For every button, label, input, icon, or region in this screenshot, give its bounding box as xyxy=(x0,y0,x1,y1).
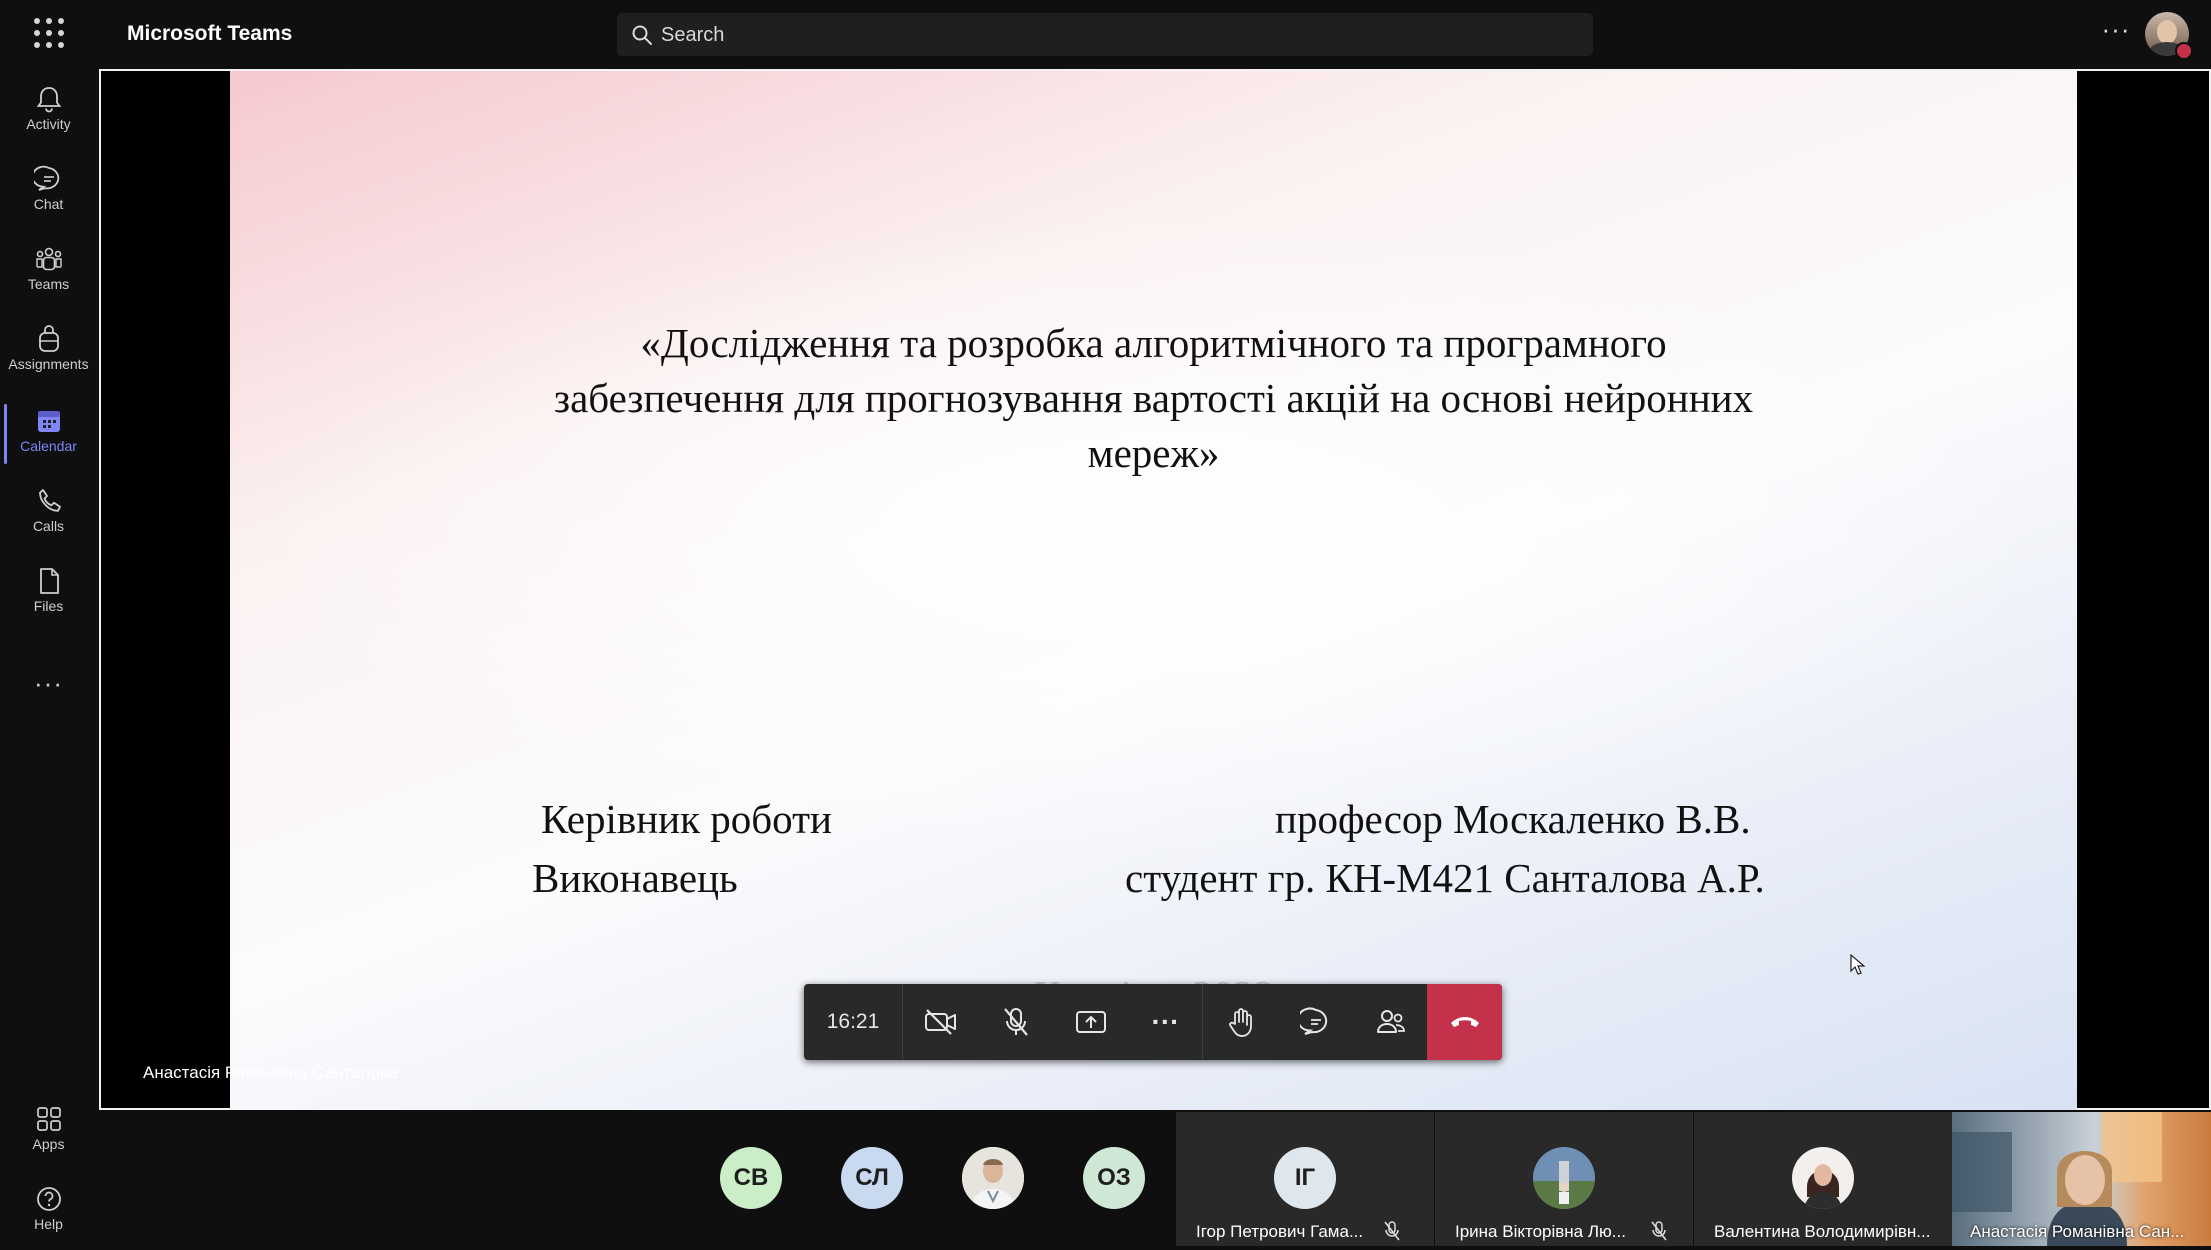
participant-name: Валентина Володимирівн... xyxy=(1714,1222,1931,1241)
raise-hand-button[interactable] xyxy=(1203,984,1278,1060)
participant-photo-avatar xyxy=(1533,1147,1595,1209)
backpack-icon xyxy=(38,325,59,352)
more-options-icon[interactable]: ··· xyxy=(2098,14,2134,50)
presentation-slide: «Дослідження та розробка алгоритмічного … xyxy=(230,71,2077,1110)
participants-button[interactable] xyxy=(1353,984,1428,1060)
chat-icon xyxy=(33,165,59,191)
mic-off-icon xyxy=(1003,1008,1028,1036)
hand-icon xyxy=(1228,1008,1252,1037)
phone-icon xyxy=(38,489,61,512)
participant-avatar: ІГ xyxy=(1274,1147,1336,1209)
hang-up-icon xyxy=(1450,1017,1479,1027)
rail-item-calendar[interactable]: Calendar xyxy=(0,400,97,472)
slide-title: «Дослідження та розробка алгоритмічного … xyxy=(553,320,1754,476)
camera-off-button[interactable] xyxy=(903,984,978,1060)
app-launcher-icon[interactable] xyxy=(34,18,64,48)
rail-item-files[interactable]: Files xyxy=(0,560,97,632)
rail-item-label: Teams xyxy=(27,276,70,292)
bell-icon xyxy=(36,87,61,113)
people-icon xyxy=(1376,1010,1405,1033)
presence-status-icon xyxy=(2175,42,2193,60)
teams-icon xyxy=(35,247,62,271)
participant-tile[interactable]: Валентина Володимирівн... xyxy=(1694,1112,1952,1246)
app-title: Microsoft Teams xyxy=(127,22,293,45)
rail-item-activity[interactable]: Activity xyxy=(0,78,97,150)
rail-item-label: Calls xyxy=(32,518,65,534)
apps-icon xyxy=(36,1107,61,1131)
rail-item-label: Files xyxy=(33,598,64,614)
camera-off-icon xyxy=(924,1009,956,1035)
mouse-cursor-icon xyxy=(1850,954,1866,975)
leave-call-button[interactable] xyxy=(1427,984,1502,1060)
search-box[interactable] xyxy=(617,13,1593,56)
rail-item-chat[interactable]: Chat xyxy=(0,158,97,230)
rail-item-label: Help xyxy=(34,1216,63,1232)
app-rail: Activity Chat Teams Assignments Calendar… xyxy=(0,68,97,1246)
author-name: студент гр. КН-М421 Санталова А.Р. xyxy=(1125,855,1765,901)
file-icon xyxy=(39,568,59,594)
participant-video-tile[interactable]: Анастасія Романівна Сан... xyxy=(1952,1112,2211,1246)
search-input[interactable] xyxy=(659,19,1563,51)
person-photo-icon xyxy=(1533,1147,1595,1209)
presenter-name: Анастасія Романівна Санталова xyxy=(143,1063,399,1082)
help-icon xyxy=(36,1187,61,1211)
call-controls: 16:21 ··· xyxy=(804,984,1502,1060)
rail-item-calls[interactable]: Calls xyxy=(0,480,97,552)
rail-item-assignments[interactable]: Assignments xyxy=(0,318,97,390)
title-bar: Microsoft Teams ··· xyxy=(0,0,2211,68)
supervisor-role: Керівник роботи xyxy=(541,796,832,842)
chat-bubble-icon xyxy=(1299,1007,1327,1035)
participant-photo-avatar xyxy=(1792,1147,1854,1209)
search-icon xyxy=(632,25,652,45)
mic-muted-icon xyxy=(1651,1221,1667,1241)
participant-tile[interactable]: ІГ Ігор Петрович Гама... xyxy=(1176,1112,1434,1246)
rail-item-label: Chat xyxy=(33,196,64,212)
rail-item-help[interactable]: Help xyxy=(0,1178,97,1250)
more-apps-icon[interactable]: ··· xyxy=(0,668,97,699)
participant-name: Анастасія Романівна Сан... xyxy=(1970,1222,2185,1241)
share-icon xyxy=(1075,1011,1106,1033)
rail-item-label: Apps xyxy=(32,1136,65,1152)
participant-avatar[interactable]: ОЗ xyxy=(1083,1147,1145,1209)
chat-button[interactable] xyxy=(1278,984,1353,1060)
person-photo-icon xyxy=(1792,1147,1854,1209)
person-photo-icon xyxy=(962,1147,1024,1209)
rail-item-label: Calendar xyxy=(20,438,77,454)
calendar-icon xyxy=(37,411,60,432)
participant-avatar[interactable]: СЛ xyxy=(841,1147,903,1209)
more-actions-icon[interactable]: ··· xyxy=(1128,984,1203,1060)
rail-item-apps[interactable]: Apps xyxy=(0,1098,97,1170)
rail-item-label: Assignments xyxy=(8,356,89,372)
share-screen-button[interactable] xyxy=(1053,984,1128,1060)
call-timer: 16:21 xyxy=(804,984,903,1060)
participant-avatar[interactable]: СВ xyxy=(720,1147,782,1209)
participant-photo-avatar[interactable] xyxy=(962,1147,1024,1209)
mic-muted-icon xyxy=(1384,1221,1400,1241)
rail-item-teams[interactable]: Teams xyxy=(0,238,97,310)
supervisor-name: професор Москаленко В.В. xyxy=(1275,796,1751,842)
author-role: Виконавець xyxy=(532,855,738,901)
rail-item-label: Activity xyxy=(26,116,71,132)
participant-tile[interactable]: Ірина Вікторівна Лю... xyxy=(1435,1112,1693,1246)
mute-button[interactable] xyxy=(978,984,1053,1060)
